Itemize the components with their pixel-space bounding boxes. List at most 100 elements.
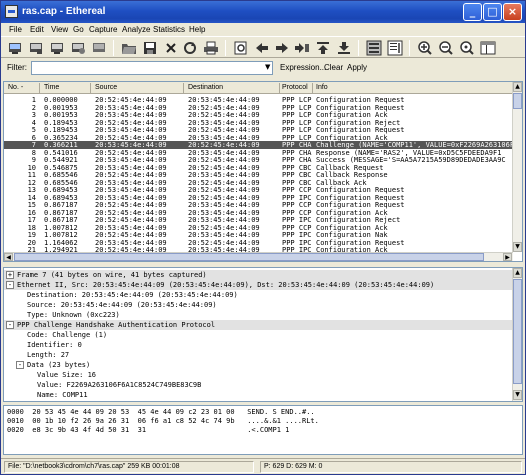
collapse-icon[interactable]: - bbox=[16, 361, 24, 369]
detail-tree-item[interactable]: - PPP Challenge Handshake Authentication … bbox=[4, 320, 513, 330]
title-bar[interactable]: ras.cap - Ethereal _ □ × bbox=[1, 1, 525, 23]
scroll-down-icon[interactable]: ▼ bbox=[513, 242, 522, 252]
column-header-no[interactable]: No. - bbox=[8, 84, 23, 96]
detail-tree-item[interactable]: Identifier: 0 bbox=[4, 340, 513, 350]
go-forward-icon[interactable] bbox=[274, 40, 290, 56]
interface-list-icon[interactable] bbox=[7, 40, 23, 56]
menu-view[interactable]: View bbox=[51, 25, 68, 34]
detail-tree-label: PPP Challenge Handshake Authentication P… bbox=[17, 321, 216, 329]
details-scroll-down-icon[interactable]: ▼ bbox=[513, 390, 522, 400]
details-vscroll[interactable]: ▲ ▼ bbox=[512, 268, 522, 401]
detail-tree-label: Name: COMP11 bbox=[37, 391, 88, 399]
restart-capture-icon[interactable] bbox=[70, 40, 86, 56]
status-bar: File: "D:\netbook3\cdrom\ch7\ras.cap" 25… bbox=[1, 458, 525, 474]
detail-tree-item[interactable]: Type: Unknown (0xc223) bbox=[4, 310, 513, 320]
menu-analyze[interactable]: Analyze bbox=[122, 25, 150, 34]
find-packet-icon[interactable] bbox=[233, 40, 249, 56]
menu-bar: File Edit View Go Capture Analyze Statis… bbox=[1, 23, 525, 36]
filter-bar: Filter: ▼ Expression... Clear Apply bbox=[1, 59, 525, 77]
print-icon[interactable] bbox=[203, 40, 219, 56]
detail-tree-label: Destination: 20:53:45:4e:44:09 (20:53:45… bbox=[27, 291, 238, 299]
colorize-icon[interactable] bbox=[366, 40, 382, 56]
minimize-icon[interactable]: _ bbox=[463, 3, 482, 21]
column-header-source[interactable]: Source bbox=[95, 84, 117, 96]
ethereal-window: ras.cap - Ethereal _ □ × File Edit View … bbox=[0, 0, 526, 475]
go-to-packet-icon[interactable] bbox=[294, 40, 310, 56]
detail-tree-label: Type: Unknown (0xc223) bbox=[27, 311, 120, 319]
hex-line[interactable]: 0020 e8 3c 9b 43 4f 4d 50 31 31 .<.COMP1… bbox=[7, 426, 289, 435]
close-icon[interactable]: × bbox=[503, 3, 522, 21]
filter-label: Filter: bbox=[7, 63, 27, 72]
packet-list-hscroll[interactable]: ◀ ▶ bbox=[4, 252, 513, 261]
scroll-left-icon[interactable]: ◀ bbox=[4, 253, 13, 261]
details-scroll-thumb[interactable] bbox=[513, 279, 522, 384]
details-scroll-up-icon[interactable]: ▲ bbox=[513, 268, 522, 278]
column-header-time[interactable]: Time bbox=[44, 84, 59, 96]
main-toolbar bbox=[1, 36, 525, 58]
detail-tree-label: Value Size: 16 bbox=[37, 371, 97, 379]
menu-go[interactable]: Go bbox=[73, 25, 84, 34]
status-packet-counts: P: 629 D: 629 M: 0 bbox=[260, 461, 522, 473]
detail-tree-item[interactable]: Name: COMP11 bbox=[4, 390, 513, 400]
packet-bytes-pane: 0000 20 53 45 4e 44 09 20 53 45 4e 44 09… bbox=[3, 405, 523, 455]
hscroll-thumb[interactable] bbox=[14, 253, 484, 261]
detail-tree-item[interactable]: Destination: 20:53:45:4e:44:09 (20:53:45… bbox=[4, 290, 513, 300]
packet-list-pane: No. - Time Source Destination Protocol I… bbox=[3, 81, 523, 262]
filter-input[interactable] bbox=[31, 61, 273, 75]
go-last-icon[interactable] bbox=[336, 40, 352, 56]
status-file-info: File: "D:\netbook3\cdrom\ch7\ras.cap" 25… bbox=[4, 461, 254, 473]
go-back-icon[interactable] bbox=[254, 40, 270, 56]
go-first-icon[interactable] bbox=[315, 40, 331, 56]
detail-tree-item[interactable]: + Frame 7 (41 bytes on wire, 41 bytes cap… bbox=[4, 270, 513, 280]
detail-tree-label: Frame 7 (41 bytes on wire, 41 bytes capt… bbox=[17, 271, 207, 279]
menu-file[interactable]: File bbox=[9, 25, 22, 34]
filter-dropdown-icon[interactable]: ▼ bbox=[265, 63, 270, 71]
reload-icon[interactable] bbox=[182, 40, 198, 56]
menu-capture[interactable]: Capture bbox=[89, 25, 117, 34]
menu-help[interactable]: Help bbox=[189, 25, 205, 34]
detail-tree-item[interactable]: - Data (23 bytes) bbox=[4, 360, 513, 370]
detail-tree-item[interactable]: Length: 27 bbox=[4, 350, 513, 360]
collapse-icon[interactable]: - bbox=[6, 321, 14, 329]
scroll-up-icon[interactable]: ▲ bbox=[513, 82, 522, 92]
detail-tree-label: Identifier: 0 bbox=[27, 341, 82, 349]
close-file-icon[interactable] bbox=[163, 40, 179, 56]
column-header-info[interactable]: Info bbox=[316, 84, 328, 96]
detail-tree-label: Length: 27 bbox=[27, 351, 70, 359]
pane-splitter-top[interactable] bbox=[3, 263, 523, 266]
detail-tree-item[interactable]: Value: F2269A263106F6A1C8524C749BE83C9B bbox=[4, 380, 513, 390]
capture-options-icon[interactable] bbox=[28, 40, 44, 56]
zoom-out-icon[interactable] bbox=[438, 40, 454, 56]
detail-tree-label: Code: Challenge (1) bbox=[27, 331, 108, 339]
detail-tree-item[interactable]: Source: 20:53:45:4e:44:09 (20:53:45:4e:4… bbox=[4, 300, 513, 310]
zoom-in-icon[interactable] bbox=[417, 40, 433, 56]
open-file-icon[interactable] bbox=[121, 40, 137, 56]
expand-icon[interactable]: + bbox=[6, 271, 14, 279]
stop-capture-icon[interactable] bbox=[91, 40, 107, 56]
hex-line[interactable]: 0010 00 1b 10 f2 26 9a 26 31 06 f6 a1 c8… bbox=[7, 417, 319, 426]
scroll-thumb[interactable] bbox=[513, 93, 522, 109]
detail-tree-label: Data (23 bytes) bbox=[27, 361, 91, 369]
resize-columns-icon[interactable] bbox=[480, 40, 496, 56]
start-capture-icon[interactable] bbox=[49, 40, 65, 56]
maximize-icon[interactable]: □ bbox=[483, 3, 502, 21]
column-header-destination[interactable]: Destination bbox=[188, 84, 223, 96]
scroll-right-icon[interactable]: ▶ bbox=[503, 253, 512, 261]
apply-button[interactable]: Apply bbox=[347, 63, 367, 72]
save-file-icon[interactable] bbox=[142, 40, 158, 56]
packet-details-pane: + Frame 7 (41 bytes on wire, 41 bytes cap… bbox=[3, 267, 523, 402]
expression-button[interactable]: Expression... bbox=[280, 63, 326, 72]
collapse-icon[interactable]: - bbox=[6, 281, 14, 289]
menu-edit[interactable]: Edit bbox=[30, 25, 44, 34]
packet-list-header: No. - Time Source Destination Protocol I… bbox=[4, 82, 513, 94]
detail-tree-item[interactable]: Code: Challenge (1) bbox=[4, 330, 513, 340]
clear-button[interactable]: Clear bbox=[324, 63, 343, 72]
detail-tree-item[interactable]: - Ethernet II, Src: 20:53:45:4e:44:09 (20… bbox=[4, 280, 513, 290]
column-header-protocol[interactable]: Protocol bbox=[282, 84, 308, 96]
menu-statistics[interactable]: Statistics bbox=[153, 25, 185, 34]
detail-tree-item[interactable]: Value Size: 16 bbox=[4, 370, 513, 380]
zoom-normal-icon[interactable] bbox=[459, 40, 475, 56]
packet-list-vscroll[interactable]: ▲ ▼ bbox=[512, 82, 522, 252]
auto-scroll-icon[interactable] bbox=[387, 40, 403, 56]
hex-line[interactable]: 0000 20 53 45 4e 44 09 20 53 45 4e 44 09… bbox=[7, 408, 315, 417]
